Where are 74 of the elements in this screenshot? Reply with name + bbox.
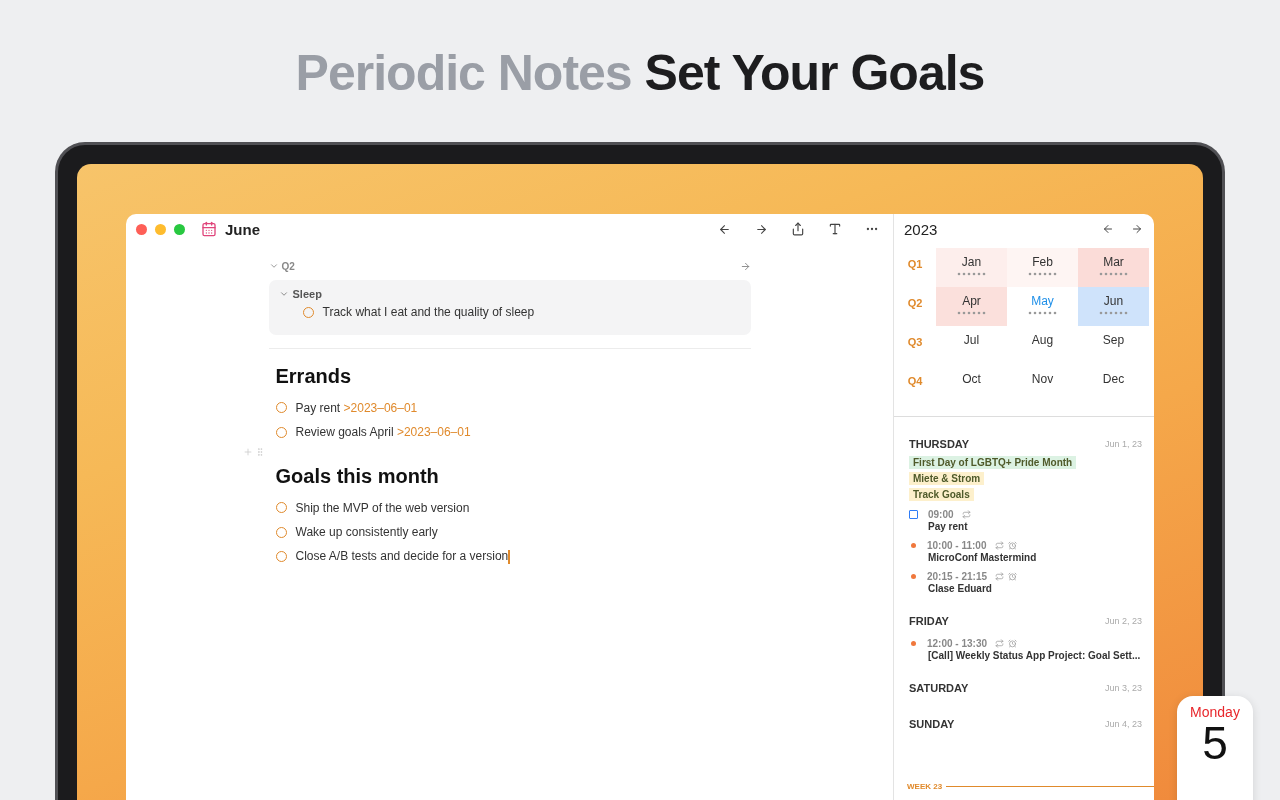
month-name: Dec: [1102, 372, 1125, 386]
week-label: WEEK 23: [907, 782, 943, 791]
month-cell[interactable]: Oct: [936, 365, 1007, 404]
section-heading: Goals this month: [275, 464, 440, 488]
month-cell[interactable]: Mar: [1078, 248, 1149, 287]
share-icon: [791, 222, 805, 236]
plus-icon[interactable]: [242, 446, 253, 457]
month-name: Jan: [961, 255, 982, 269]
month-name: May: [1031, 294, 1054, 308]
event-time: 09:00: [928, 508, 954, 520]
close-button[interactable]: [136, 223, 147, 235]
day-name: SATURDAY: [909, 682, 969, 694]
day-name: THURSDAY: [909, 438, 970, 450]
day-name: SUNDAY: [909, 718, 955, 730]
event-title[interactable]: MicroConf Mastermind: [928, 552, 1142, 563]
month-cell[interactable]: Jan: [936, 248, 1007, 287]
month-name: Apr: [962, 294, 981, 308]
month-cell[interactable]: Sep: [1078, 326, 1149, 365]
event-title[interactable]: Pay rent: [928, 521, 1142, 532]
arrow-right-icon: [754, 222, 768, 236]
month-name: Sep: [1102, 333, 1125, 347]
event-time: 10:00 - 11:00: [927, 539, 987, 551]
month-cell[interactable]: Feb: [1007, 248, 1078, 287]
task-text: Ship the MVP of the web version: [295, 500, 470, 515]
month-cell[interactable]: Dec: [1078, 365, 1149, 404]
day-date: Jun 1, 23: [1104, 439, 1142, 449]
month-cell[interactable]: Apr: [936, 287, 1007, 326]
headline: Periodic Notes Set Your Goals: [295, 44, 985, 103]
task-text: Close A/B tests and decide for a version: [295, 549, 510, 565]
month-cell[interactable]: Nov: [1007, 365, 1078, 404]
task-text: Review goals April >2023–06–01: [295, 425, 471, 440]
section-heading: Errands: [275, 364, 353, 388]
event-title[interactable]: Clase Eduard: [928, 583, 1142, 594]
day-date: Jun 3, 23: [1104, 683, 1142, 693]
month-name: Aug: [1031, 333, 1054, 347]
text-format-icon: [828, 222, 842, 236]
arrow-left-icon: [717, 222, 731, 236]
day-date: Jun 2, 23: [1104, 616, 1142, 626]
month-name: Mar: [1103, 255, 1124, 269]
year-title: 2023: [904, 220, 938, 238]
month-cell[interactable]: May: [1007, 287, 1078, 326]
event-title[interactable]: [Call] Weekly Status App Project: Goal Sett...: [928, 650, 1142, 661]
app-icon-day: Monday: [1190, 704, 1240, 720]
month-name: Jun: [1103, 294, 1124, 308]
month-cell[interactable]: Jun: [1078, 287, 1149, 326]
all-day-event[interactable]: Track Goals: [909, 488, 974, 501]
event-time: 12:00 - 13:30: [927, 637, 988, 649]
calendar-icon: [201, 221, 217, 237]
section-label: Q2: [281, 260, 295, 272]
all-day-event[interactable]: Miete & Strom: [909, 472, 985, 485]
group-label: Sleep: [292, 288, 322, 300]
arrow-left-icon: [1102, 223, 1114, 235]
task-checkbox[interactable]: [909, 509, 918, 519]
arrow-right-icon[interactable]: [739, 260, 751, 272]
month-name: Oct: [962, 372, 981, 386]
month-cell[interactable]: Aug: [1007, 326, 1078, 365]
chevron-down-icon[interactable]: [268, 261, 279, 271]
month-name: Feb: [1032, 255, 1053, 269]
month-name: Jul: [963, 333, 980, 347]
task-text: Wake up consistently early: [295, 525, 438, 540]
event-time: 20:15 - 21:15: [927, 570, 988, 582]
task-text: Track what I eat and the quality of sleep: [322, 305, 535, 320]
arrow-right-icon: [1131, 223, 1143, 235]
minimize-button[interactable]: [155, 223, 166, 235]
day-name: FRIDAY: [909, 615, 949, 627]
window-title: June: [225, 220, 260, 238]
month-cell[interactable]: Jul: [936, 326, 1007, 365]
task-text: Pay rent >2023–06–01: [295, 400, 418, 415]
zoom-button[interactable]: [174, 223, 185, 235]
day-date: Jun 4, 23: [1104, 719, 1142, 729]
month-name: Nov: [1031, 372, 1054, 386]
app-icon-date: 5: [1202, 720, 1228, 766]
chevron-down-icon[interactable]: [278, 289, 289, 299]
all-day-event[interactable]: First Day of LGBTQ+ Pride Month: [909, 456, 1077, 469]
